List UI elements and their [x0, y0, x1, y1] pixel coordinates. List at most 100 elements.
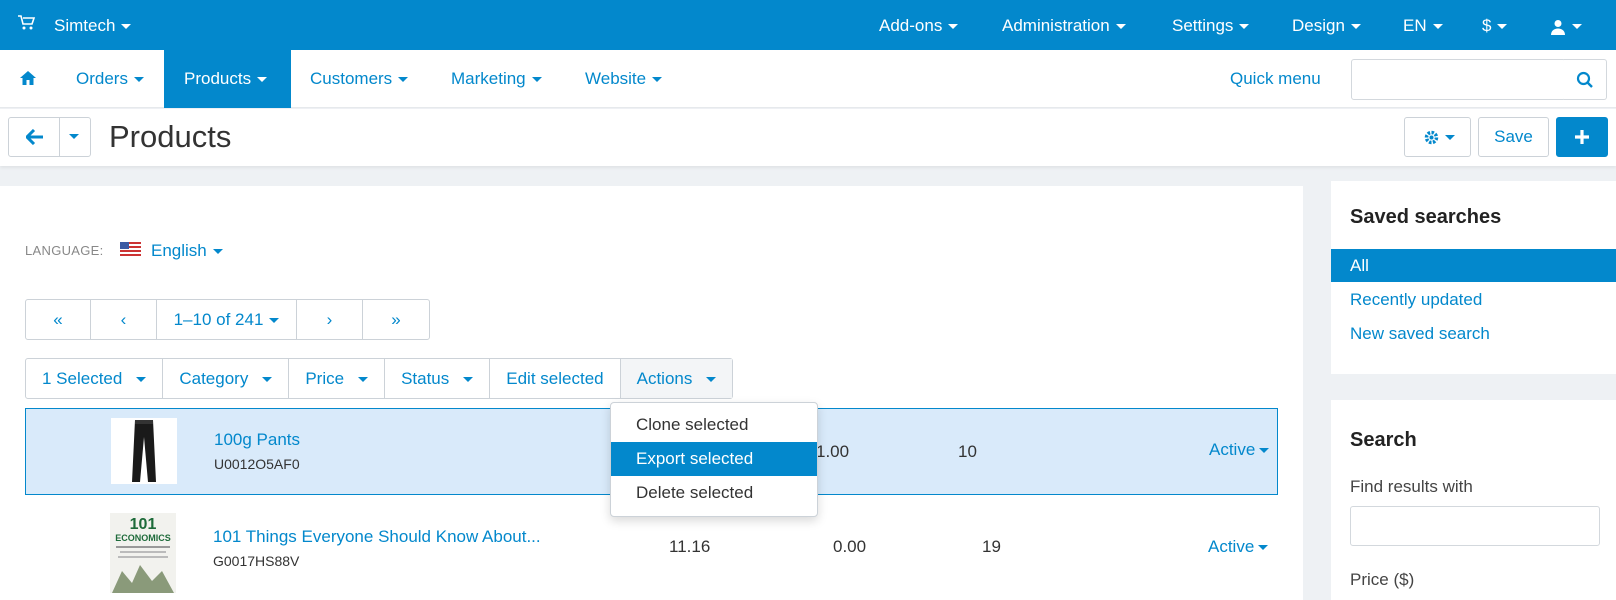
table-row[interactable]: 101 ECONOMICS 101 Things Everyone Should… — [25, 506, 1278, 593]
chevron-down-icon — [531, 77, 542, 83]
find-results-input[interactable] — [1350, 506, 1600, 546]
add-product-button[interactable] — [1556, 117, 1608, 157]
chevron-down-icon — [1445, 135, 1455, 140]
chevron-down-icon — [398, 77, 409, 83]
nav-label: Products — [184, 69, 252, 88]
nav-label: Customers — [310, 69, 393, 88]
user-icon — [1551, 19, 1565, 35]
chevron-down-icon — [1239, 24, 1250, 30]
nav-customers[interactable]: Customers — [310, 50, 409, 108]
product-list-price: 1.00 — [816, 442, 850, 461]
product-name-link[interactable]: 101 Things Everyone Should Know About... — [213, 527, 541, 547]
svg-text:ECONOMICS: ECONOMICS — [115, 533, 171, 543]
actions-menu: Clone selected Export selected Delete se… — [610, 402, 818, 517]
title-bar: Products Save — [0, 109, 1616, 166]
language-selector[interactable]: English — [151, 241, 223, 261]
user-menu[interactable] — [1550, 16, 1582, 36]
price-filter[interactable]: Price — [289, 359, 386, 398]
back-button[interactable] — [8, 117, 60, 157]
clone-selected-item[interactable]: Clone selected — [611, 408, 817, 442]
book-cover-image: 101 ECONOMICS — [110, 513, 176, 593]
category-filter[interactable]: Category — [163, 359, 290, 398]
search-icon — [1576, 71, 1593, 88]
us-flag-icon — [120, 242, 141, 256]
product-thumbnail[interactable]: 101 ECONOMICS — [110, 513, 176, 593]
toolbar-label: Price — [305, 369, 345, 388]
page-next-button[interactable]: › — [297, 300, 363, 339]
page-title: Products — [109, 119, 232, 154]
menu-administration[interactable]: Administration — [1002, 16, 1126, 36]
saved-search-all[interactable]: All — [1331, 249, 1616, 282]
nav-products[interactable]: Products — [164, 50, 291, 108]
nav-orders[interactable]: Orders — [76, 50, 144, 108]
delete-selected-item[interactable]: Delete selected — [611, 476, 817, 510]
chevron-down-icon — [133, 77, 144, 83]
menu-currency[interactable]: $ — [1482, 16, 1508, 36]
search-title: Search — [1350, 429, 1417, 451]
save-button[interactable]: Save — [1478, 117, 1549, 157]
chevron-down-icon — [1258, 545, 1269, 551]
page-prev-button[interactable]: ‹ — [91, 300, 157, 339]
product-name-link[interactable]: 100g Pants — [214, 430, 300, 450]
selected-dropdown[interactable]: 1 Selected — [26, 359, 164, 398]
menu-addons[interactable]: Add-ons — [879, 16, 959, 36]
nav-marketing[interactable]: Marketing — [451, 50, 542, 108]
store-selector[interactable]: Simtech — [54, 16, 132, 36]
menu-label: Design — [1292, 16, 1345, 35]
language-label: LANGUAGE: — [25, 243, 104, 258]
search-input[interactable] — [1351, 59, 1566, 100]
find-results-label: Find results with — [1350, 477, 1473, 496]
status-filter[interactable]: Status — [385, 359, 491, 398]
chevron-down-icon — [1259, 448, 1270, 454]
page-first-button[interactable]: « — [26, 300, 91, 339]
arrow-left-icon — [26, 129, 43, 145]
actions-dropdown[interactable]: Actions — [620, 359, 733, 398]
product-quantity[interactable]: 19 — [982, 537, 1001, 557]
status-dropdown[interactable]: Active — [1208, 537, 1269, 557]
chevron-down-icon — [652, 77, 663, 83]
top-bar: Simtech Add-ons Administration Settings … — [0, 0, 1616, 50]
page-range: 1–10 of 241 — [173, 310, 264, 329]
gear-icon — [1424, 130, 1439, 145]
main-nav: Orders Products Customers Marketing Webs… — [0, 50, 1616, 108]
page-last-button[interactable]: » — [363, 300, 429, 339]
chevron-down-icon — [136, 377, 147, 383]
menu-label: Settings — [1172, 16, 1234, 35]
settings-button[interactable] — [1404, 117, 1471, 157]
chevron-down-icon — [706, 377, 717, 383]
toolbar-label: Actions — [636, 369, 693, 388]
chevron-down-icon — [121, 24, 132, 30]
quick-menu[interactable]: Quick menu — [1230, 50, 1321, 108]
menu-language[interactable]: EN — [1403, 16, 1443, 36]
nav-label: Orders — [76, 69, 128, 88]
menu-label: $ — [1482, 16, 1492, 35]
chevron-down-icon — [1572, 24, 1582, 30]
nav-label: Website — [585, 69, 647, 88]
product-thumbnail[interactable] — [111, 418, 177, 484]
product-code: G0017HS88V — [213, 553, 300, 569]
chevron-down-icon — [1350, 24, 1361, 30]
menu-settings[interactable]: Settings — [1172, 16, 1250, 36]
product-quantity[interactable]: 10 — [958, 442, 977, 462]
toolbar-label: Category — [179, 369, 249, 388]
product-price[interactable]: 11.16 — [669, 537, 710, 557]
new-saved-search-link[interactable]: New saved search — [1331, 317, 1616, 350]
saved-search-recently-updated[interactable]: Recently updated — [1331, 283, 1616, 316]
pants-image — [132, 420, 156, 482]
export-selected-item[interactable]: Export selected — [611, 442, 817, 476]
search-button[interactable] — [1564, 59, 1607, 100]
menu-design[interactable]: Design — [1292, 16, 1361, 36]
edit-selected-button[interactable]: Edit selected — [490, 359, 621, 398]
chevron-down-icon — [948, 24, 959, 30]
chevron-down-icon — [463, 377, 474, 383]
cart-icon[interactable] — [18, 15, 36, 31]
saved-searches-title: Saved searches — [1350, 206, 1502, 228]
home-icon[interactable] — [19, 69, 37, 87]
toolbar-label: Status — [401, 369, 450, 388]
page-range-dropdown[interactable]: 1–10 of 241 — [157, 300, 297, 339]
nav-website[interactable]: Website — [585, 50, 663, 108]
svg-text:101: 101 — [130, 516, 157, 533]
chevron-down-icon — [69, 134, 79, 139]
back-dropdown-button[interactable] — [59, 117, 91, 157]
status-dropdown[interactable]: Active — [1209, 440, 1270, 460]
